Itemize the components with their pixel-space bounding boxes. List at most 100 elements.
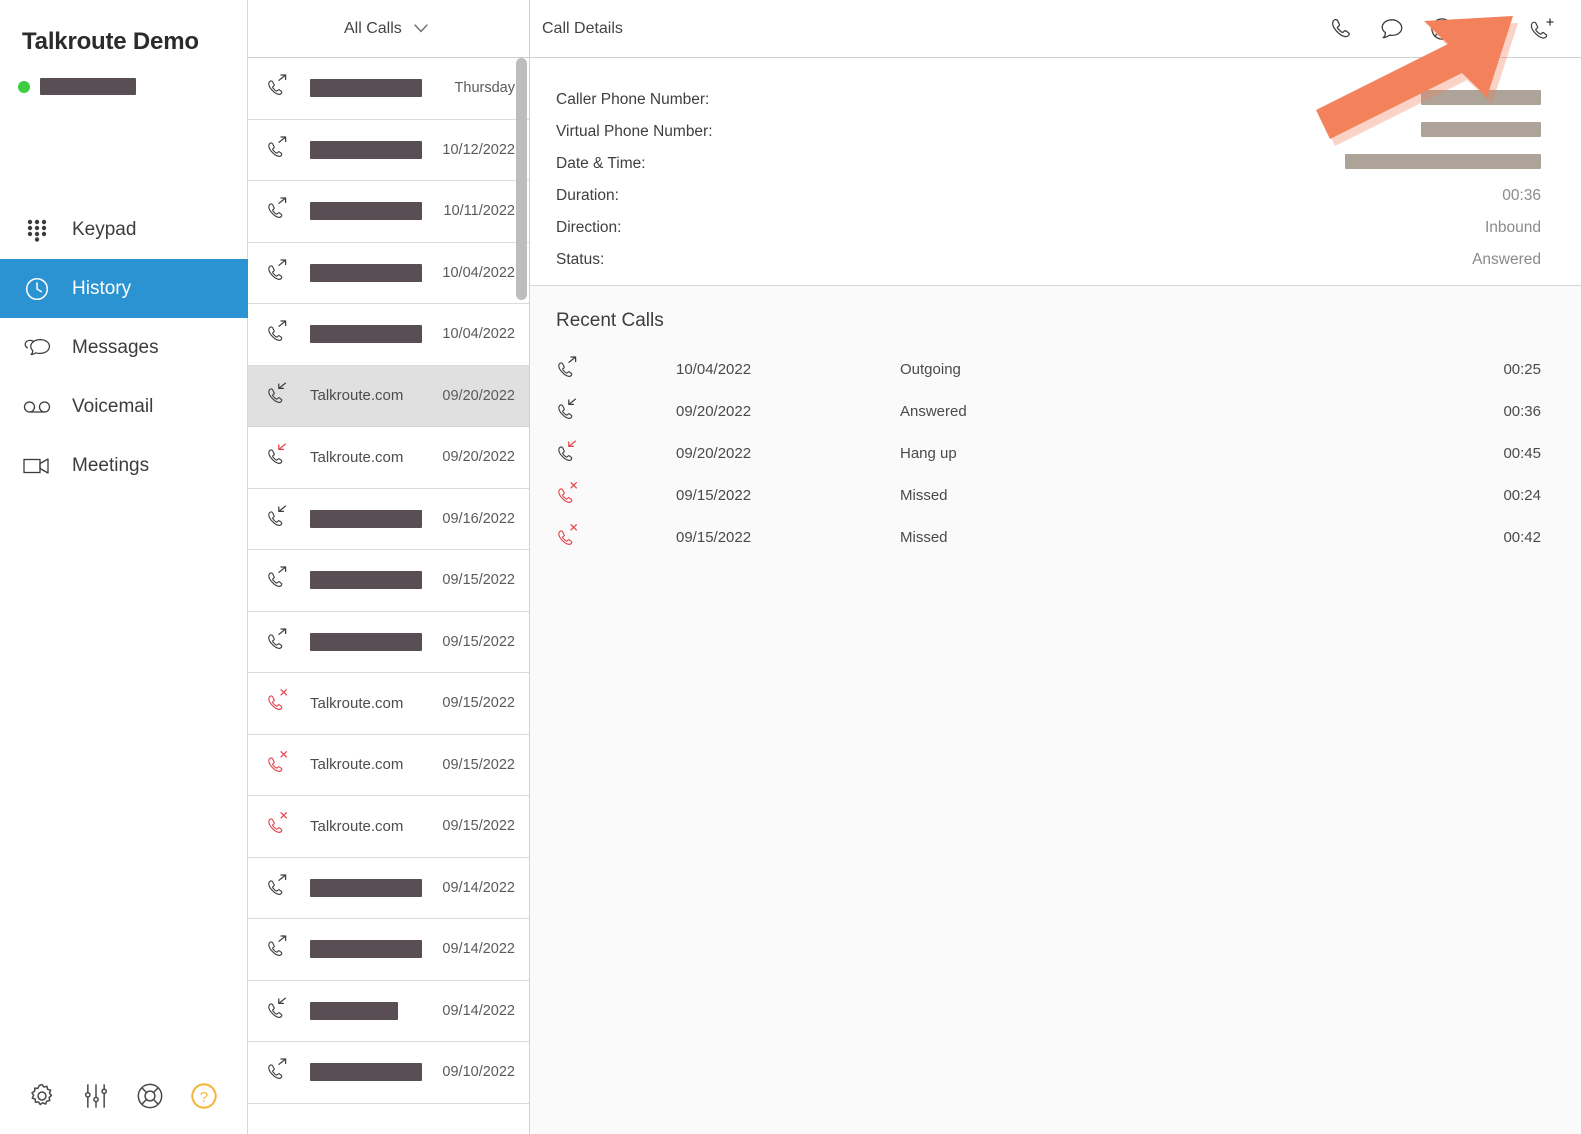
call-row-date: 09/15/2022 — [442, 634, 529, 650]
call-list-row[interactable]: Talkroute.com09/20/2022 — [248, 366, 529, 428]
sidebar-item-voicemail[interactable]: Voicemail — [0, 377, 248, 436]
call-row-contact-redacted — [310, 633, 422, 651]
call-list-row[interactable]: Talkroute.com09/20/2022 — [248, 427, 529, 489]
recent-call-row[interactable]: 09/20/2022Answered00:36 — [530, 390, 1581, 432]
recent-call-row[interactable]: 10/04/2022Outgoing00:25 — [530, 348, 1581, 390]
chat-bubble-icon[interactable] — [1379, 16, 1405, 42]
incoming-call-icon-wrap — [266, 381, 292, 411]
incoming-call-icon — [266, 381, 291, 406]
call-row-contact-redacted — [310, 510, 422, 528]
recent-call-date: 10/04/2022 — [584, 361, 900, 378]
call-detail-row: Status:Answered — [556, 244, 1541, 276]
call-row-date: 09/14/2022 — [442, 941, 529, 957]
call-list-row[interactable]: Thursday — [248, 58, 529, 120]
sidebar-item-history[interactable]: History — [0, 259, 248, 318]
call-row-date: 09/14/2022 — [442, 880, 529, 896]
recent-call-row[interactable]: 09/15/2022Missed00:24 — [530, 474, 1581, 516]
call-detail-row: Date & Time: — [556, 148, 1541, 180]
call-row-contact: Talkroute.com — [310, 695, 442, 712]
call-list-row[interactable]: 10/12/2022 — [248, 120, 529, 182]
recent-call-duration: 00:36 — [1471, 403, 1541, 420]
add-contact-icon[interactable] — [1479, 16, 1505, 42]
call-row-contact-redacted — [310, 264, 422, 282]
chat-icon — [22, 333, 52, 363]
incoming-call-icon — [266, 504, 291, 529]
call-list-row[interactable]: 09/14/2022 — [248, 858, 529, 920]
call-row-contact: Talkroute.com — [310, 387, 442, 404]
call-detail-value — [1345, 154, 1541, 174]
sidebar-footer: ? — [0, 1082, 248, 1110]
incoming-call-icon-wrap — [266, 504, 292, 534]
call-detail-value: 00:36 — [1502, 187, 1541, 205]
outgoing-call-icon — [266, 627, 291, 652]
call-row-contact — [310, 264, 442, 282]
recent-call-row[interactable]: 09/20/2022Hang up00:45 — [530, 432, 1581, 474]
missed-call-icon-wrap — [266, 688, 292, 718]
outgoing-call-icon — [266, 73, 291, 98]
call-list-row[interactable]: Talkroute.com09/15/2022 — [248, 796, 529, 858]
add-call-icon[interactable] — [1529, 16, 1555, 42]
recent-call-type: Missed — [900, 529, 1471, 546]
help-question-icon[interactable]: ? — [190, 1082, 218, 1110]
lifebuoy-icon[interactable] — [136, 1082, 164, 1110]
outgoing-call-icon-wrap — [266, 319, 292, 349]
call-row-contact-redacted — [310, 571, 422, 589]
call-list-row[interactable]: 09/16/2022 — [248, 489, 529, 551]
call-row-contact: Talkroute.com — [310, 449, 442, 466]
call-list-row[interactable]: 10/04/2022 — [248, 304, 529, 366]
call-list-row[interactable]: 10/04/2022 — [248, 243, 529, 305]
call-row-date: 09/15/2022 — [442, 572, 529, 588]
call-list-row[interactable]: 09/15/2022 — [248, 612, 529, 674]
call-detail-value — [1421, 90, 1541, 110]
incoming-call-icon — [556, 397, 581, 422]
settings-gear-icon[interactable] — [28, 1082, 56, 1110]
call-details-pane: Call Details — [530, 0, 1581, 1134]
all-calls-filter-label: All Calls — [344, 20, 402, 38]
call-detail-row: Duration:00:36 — [556, 180, 1541, 212]
call-detail-label: Virtual Phone Number: — [556, 123, 713, 141]
sidebar-item-meetings[interactable]: Meetings — [0, 436, 248, 495]
call-list-row[interactable]: 09/14/2022 — [248, 919, 529, 981]
sidebar-item-keypad[interactable]: Keypad — [0, 200, 248, 259]
call-row-contact — [310, 633, 442, 651]
incoming-call-icon-wrap — [556, 397, 584, 426]
call-row-contact-redacted — [310, 879, 422, 897]
call-list-row[interactable]: 09/15/2022 — [248, 550, 529, 612]
call-detail-row: Virtual Phone Number: — [556, 116, 1541, 148]
call-row-contact-redacted — [310, 79, 422, 97]
username-redacted — [40, 78, 136, 95]
call-row-contact — [310, 1002, 442, 1020]
sidebar: Talkroute Demo Keypad — [0, 0, 248, 1134]
call-row-contact — [310, 1063, 442, 1081]
chevron-down-icon — [414, 24, 428, 33]
clock-icon — [22, 274, 52, 304]
call-list[interactable]: Thursday10/12/202210/11/202210/04/202210… — [248, 58, 529, 1134]
call-list-row[interactable]: Talkroute.com09/15/2022 — [248, 673, 529, 735]
all-calls-filter-dropdown[interactable]: All Calls — [344, 20, 428, 38]
recent-call-duration: 00:25 — [1471, 361, 1541, 378]
call-detail-label: Date & Time: — [556, 155, 646, 173]
outgoing-call-icon-wrap — [266, 258, 292, 288]
voicemail-icon — [22, 392, 52, 422]
call-detail-row: Direction:Inbound — [556, 212, 1541, 244]
recent-calls-list[interactable]: 10/04/2022Outgoing00:2509/20/2022Answere… — [530, 348, 1581, 558]
call-list-row[interactable]: 09/14/2022 — [248, 981, 529, 1043]
talkroute-app-window: Talkroute Demo Keypad — [0, 0, 1581, 1134]
recent-call-row[interactable]: 09/15/2022Missed00:42 — [530, 516, 1581, 558]
recent-call-duration: 00:42 — [1471, 529, 1541, 546]
call-details-header: Call Details — [530, 0, 1581, 58]
call-row-contact-redacted — [310, 1063, 422, 1081]
missed-call-icon — [556, 481, 581, 506]
sidebar-item-messages[interactable]: Messages — [0, 318, 248, 377]
do-not-disturb-icon[interactable] — [1429, 16, 1455, 42]
call-list-row[interactable]: 10/11/2022 — [248, 181, 529, 243]
missed-call-icon-wrap — [266, 750, 292, 780]
outgoing-call-icon-wrap — [266, 73, 292, 103]
call-list-row[interactable]: Talkroute.com09/15/2022 — [248, 735, 529, 797]
call-list-row[interactable]: 09/10/2022 — [248, 1042, 529, 1104]
phone-icon[interactable] — [1329, 16, 1355, 42]
call-list-scrollbar-thumb[interactable] — [516, 58, 527, 300]
user-status-row[interactable] — [0, 56, 247, 95]
outgoing-call-icon-wrap — [556, 355, 584, 384]
sliders-icon[interactable] — [82, 1082, 110, 1110]
